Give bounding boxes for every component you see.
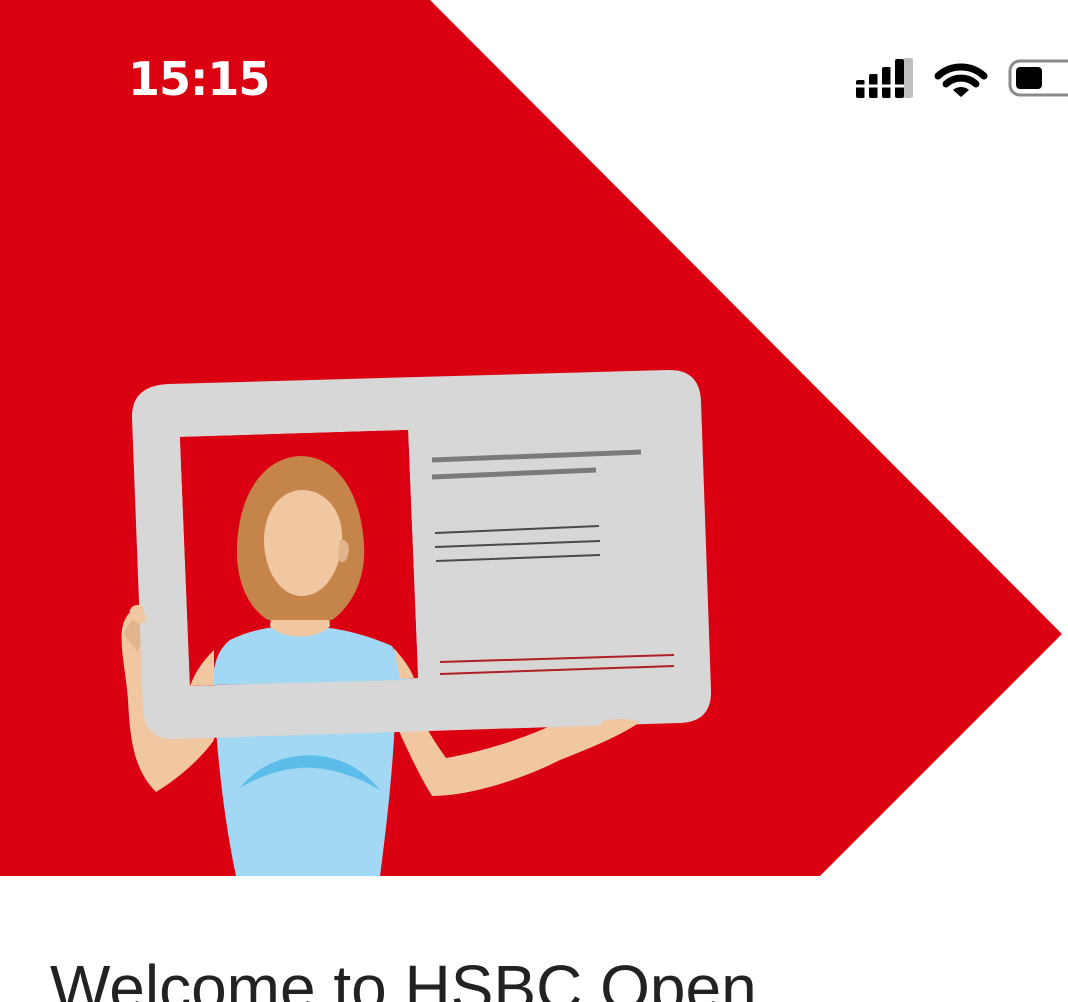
- status-time: 15:15: [128, 52, 270, 106]
- status-icons: [856, 58, 1068, 98]
- status-bar: 15:15: [0, 0, 1068, 160]
- welcome-screen: 15:15 Welcome to HSBC Open: [0, 0, 1068, 1002]
- welcome-title: Welcome to HSBC Open: [50, 952, 757, 1002]
- cellular-signal-icon: [856, 58, 913, 98]
- battery-icon: [1008, 59, 1068, 97]
- wifi-icon: [934, 63, 988, 97]
